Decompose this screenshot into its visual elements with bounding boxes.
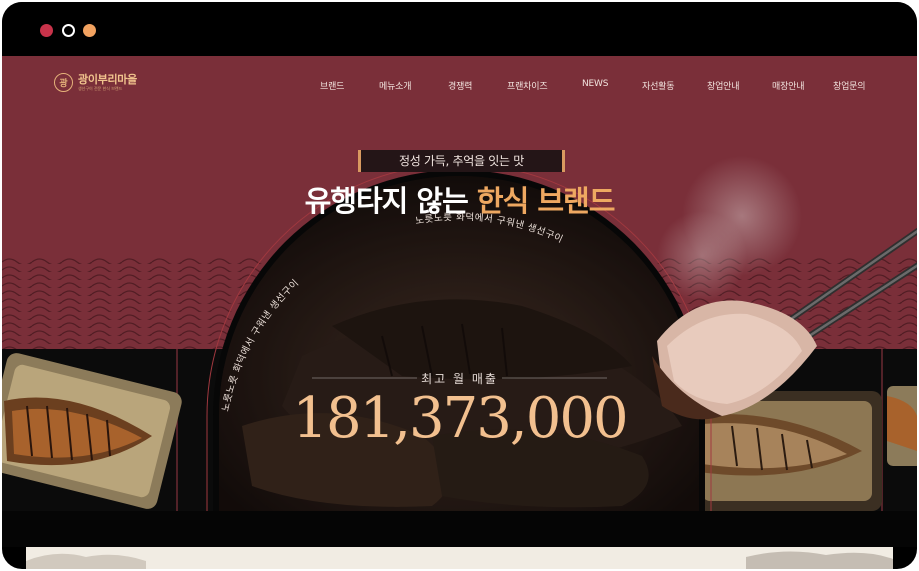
nav-item-startup-inquiry[interactable]: 창업문의 — [833, 79, 866, 92]
nav-item-charity[interactable]: 자선활동 — [642, 79, 675, 92]
main-nav: 브랜드 메뉴소개 경쟁력 프랜차이즈 NEWS 자선활동 창업안내 매장안내 창… — [2, 79, 917, 93]
nav-item-franchise[interactable]: 프랜차이즈 — [507, 79, 548, 92]
browser-window: 노릇노릇 화덕에서 구워낸 생선구이 노릇노릇 화덕에서 구워낸 생선구이 광 … — [2, 2, 917, 569]
nav-item-news[interactable]: NEWS — [582, 79, 608, 89]
headline-main: 유행타지 않는 — [304, 184, 477, 218]
hero-tagline: 정성 가득, 추억을 잇는 맛 — [358, 150, 565, 172]
window-titlebar — [2, 2, 917, 56]
close-window-button[interactable] — [40, 24, 53, 37]
maximize-window-button[interactable] — [83, 24, 96, 37]
hero-headline: 유행타지 않는 한식 브랜드 — [2, 178, 917, 220]
section-divider — [2, 511, 917, 547]
hero-section: 노릇노릇 화덕에서 구워낸 생선구이 노릇노릇 화덕에서 구워낸 생선구이 광 … — [2, 56, 917, 511]
nav-item-brand[interactable]: 브랜드 — [320, 79, 344, 92]
nav-item-menu[interactable]: 메뉴소개 — [379, 79, 412, 92]
nav-item-store-guide[interactable]: 매장안내 — [772, 79, 805, 92]
minimize-window-button[interactable] — [62, 24, 75, 37]
nav-item-competitiveness[interactable]: 경쟁력 — [448, 79, 472, 92]
next-section-paper — [26, 547, 893, 569]
ink-painting-decoration — [26, 551, 893, 569]
sales-label: 최고 월 매출 — [421, 372, 498, 386]
nav-item-startup-guide[interactable]: 창업안내 — [707, 79, 740, 92]
sales-value: 181,373,000 — [292, 386, 628, 451]
headline-accent: 한식 브랜드 — [476, 184, 615, 218]
